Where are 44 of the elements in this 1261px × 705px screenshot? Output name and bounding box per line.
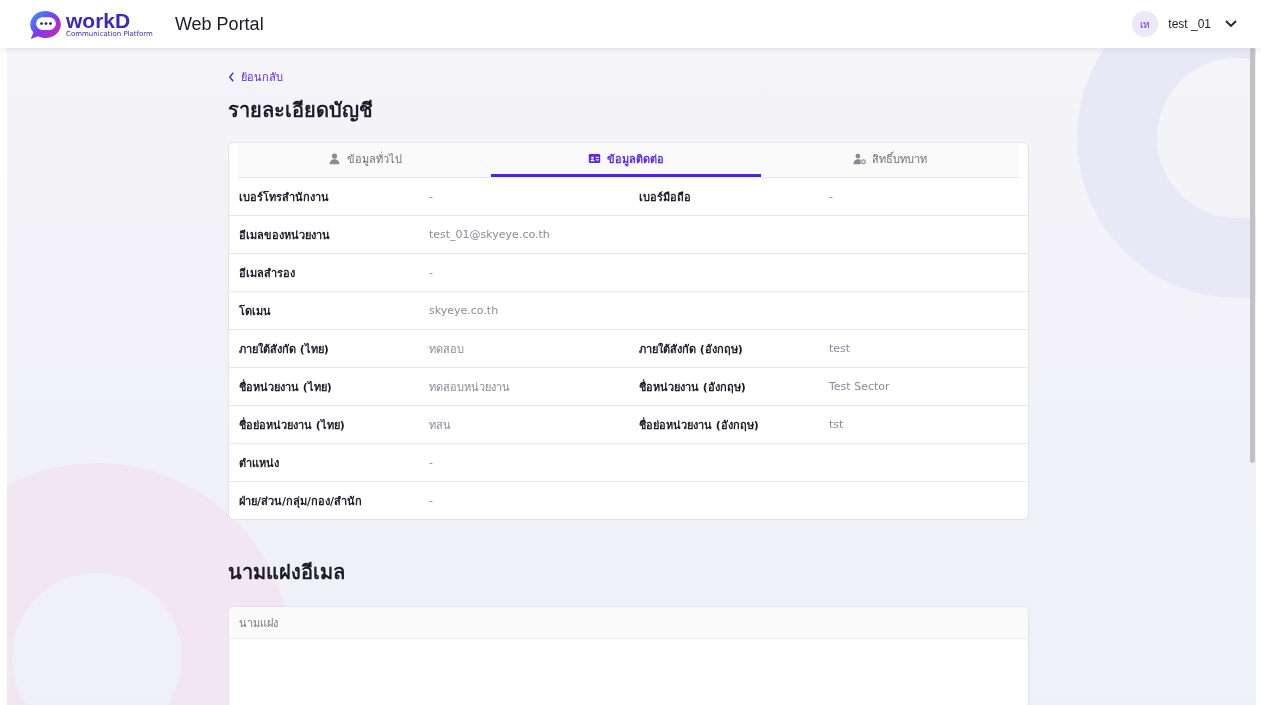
- id-card-icon: [588, 152, 601, 165]
- field-value: -: [429, 456, 433, 469]
- field-label: เบอร์มือถือ: [639, 190, 691, 204]
- field-value: ทดสอบ: [429, 342, 464, 356]
- field-label: ชื่อย่อหน่วยงาน (อังกฤษ): [639, 418, 759, 432]
- field-value: -: [429, 190, 433, 203]
- app-title: Web Portal: [174, 13, 264, 35]
- back-link[interactable]: ย้อนกลับ: [228, 68, 283, 86]
- field-value: test: [829, 342, 851, 355]
- field-label: ชื่อย่อหน่วยงาน (ไทย): [239, 418, 345, 432]
- logo-text: workD: [66, 10, 131, 31]
- user-avatar[interactable]: เห: [1132, 11, 1159, 37]
- person-badge-icon: [853, 152, 866, 165]
- section-title: นามแฝงอีเมล: [228, 559, 346, 586]
- field-label: เบอร์โทรสำนักงาน: [239, 190, 329, 204]
- field-label: ชื่อหน่วยงาน (อังกฤษ): [639, 380, 746, 394]
- person-icon: [327, 152, 341, 165]
- field-label: อีเมลของหน่วยงาน: [239, 228, 330, 242]
- field-label: ชื่อหน่วยงาน (ไทย): [239, 380, 332, 394]
- chat-bubble-logo-icon: [28, 8, 64, 40]
- field-label: ภายใต้สังกัด (อังกฤษ): [639, 342, 743, 356]
- field-label: อีเมลสำรอง: [239, 266, 295, 280]
- field-value: ทดสอบหน่วยงาน: [429, 380, 510, 394]
- scrollbar-thumb[interactable]: [1250, 48, 1255, 463]
- chevron-down-icon[interactable]: [1225, 20, 1237, 28]
- field-value: test_01@skyeye.co.th: [429, 228, 550, 241]
- field-value: ทสน: [429, 418, 451, 432]
- user-name[interactable]: test _01: [1168, 17, 1211, 31]
- field-label: ฝ่าย/ส่วน/กลุ่ม/กอง/สำนัก: [239, 494, 363, 508]
- field-value: tst: [829, 418, 844, 431]
- field-label: โดเมน: [239, 304, 271, 318]
- field-value: -: [829, 190, 833, 203]
- field-label: ตำแหน่ง: [239, 456, 279, 470]
- field-value: Test Sector: [829, 380, 890, 393]
- page-title: รายละเอียดบัญชี: [228, 97, 374, 124]
- field-value: -: [429, 266, 433, 279]
- field-value: skyeye.co.th: [429, 304, 499, 317]
- chevron-left-icon: [228, 72, 235, 82]
- field-label: ภายใต้สังกัด (ไทย): [239, 342, 329, 356]
- tab[interactable]: สิทธิ์บทบาท: [761, 143, 1019, 177]
- column-header: นามแฝง: [239, 615, 278, 632]
- tab[interactable]: ข้อมูลติดต่อ: [491, 143, 761, 177]
- field-value: -: [429, 494, 433, 507]
- tab[interactable]: ข้อมูลทั่วไป: [238, 143, 491, 177]
